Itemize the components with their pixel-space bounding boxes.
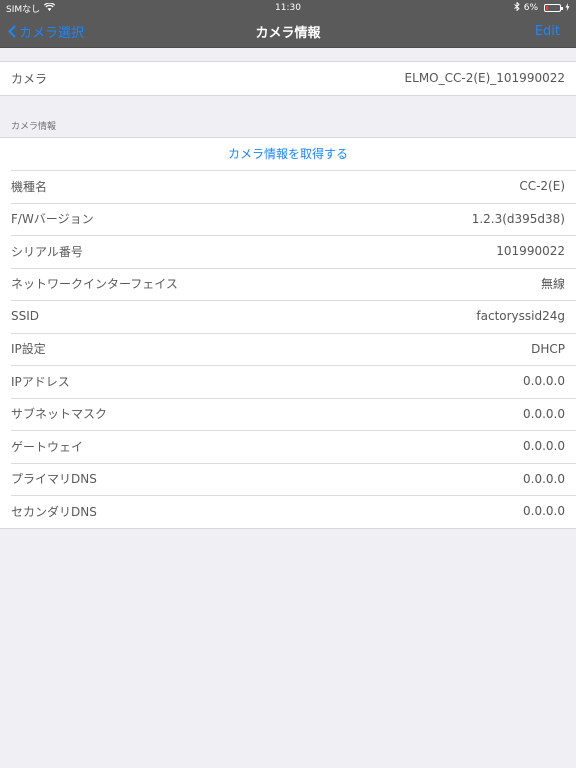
info-label: ネットワークインターフェイス bbox=[11, 277, 178, 292]
page-title: カメラ情報 bbox=[255, 26, 321, 41]
info-value: 無線 bbox=[540, 277, 565, 292]
camera-group: カメラ ELMO_CC-2(E)_101990022 bbox=[0, 61, 576, 96]
info-row-model: 機種名 CC-2(E) bbox=[0, 170, 576, 203]
camera-info-group: カメラ情報を取得する 機種名 CC-2(E) F/Wバージョン 1.2.3(d3… bbox=[0, 136, 576, 529]
info-row-firmware: F/Wバージョン 1.2.3(d395d38) bbox=[0, 202, 576, 236]
info-value: 0.0.0.0 bbox=[523, 439, 565, 454]
info-label: IP設定 bbox=[11, 342, 46, 357]
status-bar: SIMなし 11:30 6% bbox=[0, 0, 576, 16]
battery-icon bbox=[544, 4, 563, 12]
info-row-ssid: SSID factoryssid24g bbox=[0, 300, 576, 333]
info-value: factoryssid24g bbox=[476, 309, 565, 324]
info-label: 機種名 bbox=[11, 179, 48, 194]
back-button-label: カメラ選択 bbox=[19, 26, 85, 41]
camera-label: カメラ bbox=[11, 71, 48, 86]
edit-button[interactable]: Edit bbox=[535, 24, 576, 39]
back-button[interactable]: カメラ選択 bbox=[0, 22, 84, 41]
info-row-subnet-mask: サブネットマスク 0.0.0.0 bbox=[0, 397, 576, 431]
camera-row[interactable]: カメラ ELMO_CC-2(E)_101990022 bbox=[0, 62, 576, 95]
info-value: 101990022 bbox=[496, 244, 565, 259]
info-label: サブネットマスク bbox=[11, 407, 108, 422]
info-row-ip-setting: IP設定 DHCP bbox=[0, 332, 576, 366]
info-value: 0.0.0.0 bbox=[523, 406, 565, 421]
info-row-serial: シリアル番号 101990022 bbox=[0, 235, 576, 268]
info-label: シリアル番号 bbox=[11, 244, 83, 259]
info-value: 1.2.3(d395d38) bbox=[471, 211, 565, 226]
info-value: CC-2(E) bbox=[519, 179, 565, 194]
info-label: IPアドレス bbox=[11, 374, 70, 389]
info-row-network-interface: ネットワークインターフェイス 無線 bbox=[0, 267, 576, 301]
info-value: 0.0.0.0 bbox=[523, 374, 565, 389]
fetch-camera-info-button[interactable]: カメラ情報を取得する bbox=[0, 138, 576, 171]
chevron-left-icon bbox=[8, 25, 16, 38]
section-header-camera-info: カメラ情報 bbox=[11, 121, 57, 132]
info-value: 0.0.0.0 bbox=[523, 504, 565, 519]
info-value: 0.0.0.0 bbox=[523, 471, 565, 486]
info-label: プライマリDNS bbox=[11, 472, 97, 487]
info-label: SSID bbox=[11, 309, 40, 324]
info-label: ゲートウェイ bbox=[11, 439, 84, 454]
status-time: 11:30 bbox=[275, 3, 301, 13]
camera-value: ELMO_CC-2(E)_101990022 bbox=[404, 71, 565, 86]
info-value: DHCP bbox=[531, 341, 565, 356]
navigation-bar: カメラ選択 カメラ情報 Edit bbox=[0, 16, 576, 48]
info-label: セカンダリDNS bbox=[11, 504, 97, 519]
info-row-gateway: ゲートウェイ 0.0.0.0 bbox=[0, 430, 576, 463]
info-row-ip-address: IPアドレス 0.0.0.0 bbox=[0, 365, 576, 398]
info-row-primary-dns: プライマリDNS 0.0.0.0 bbox=[0, 462, 576, 496]
info-label: F/Wバージョン bbox=[11, 212, 94, 227]
info-row-secondary-dns: セカンダリDNS 0.0.0.0 bbox=[0, 495, 576, 528]
